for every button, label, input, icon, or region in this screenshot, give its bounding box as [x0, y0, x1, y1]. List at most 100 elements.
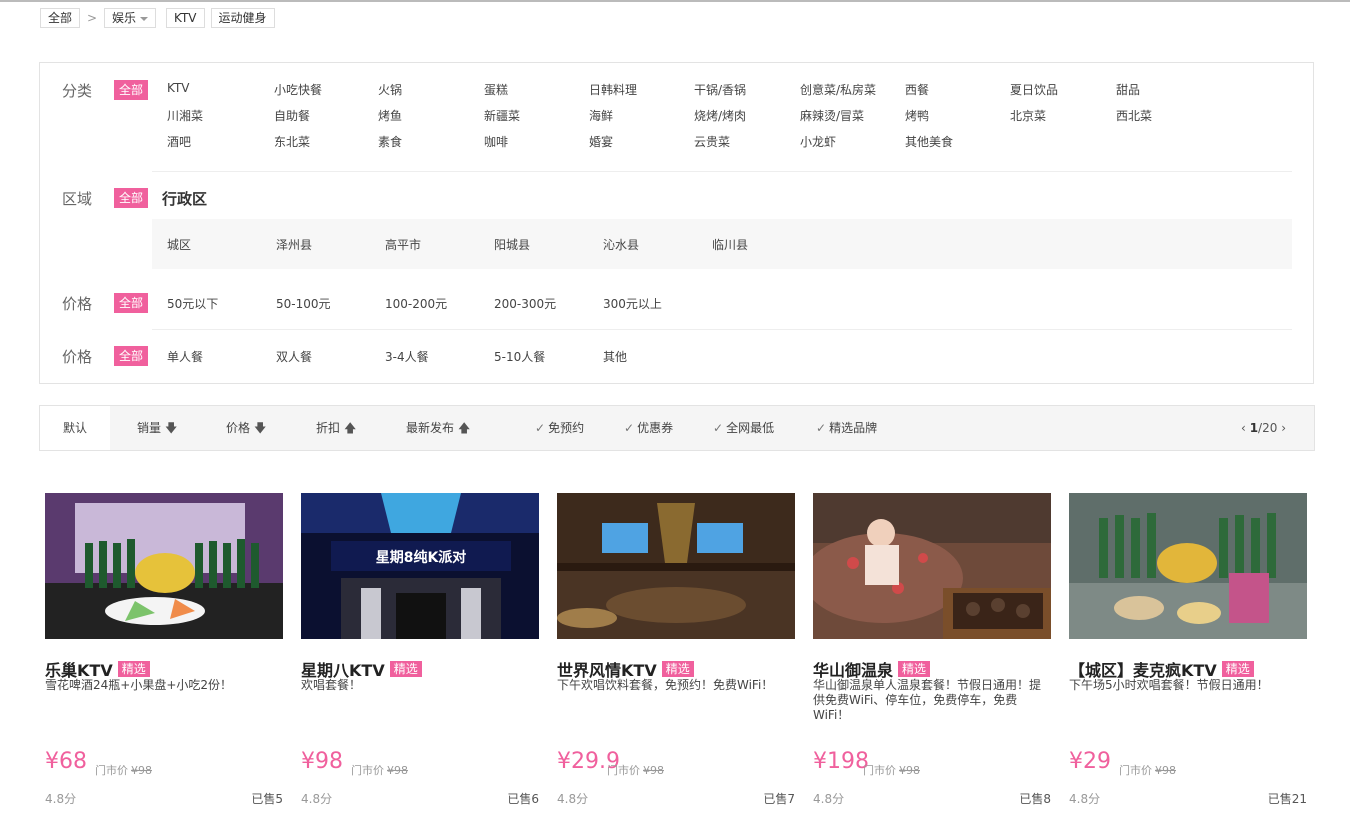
product-card[interactable]: 【城区】麦克疯KTV 精选 下午场5小时欢唱套餐！节假日通用！ ¥29 门市价 ¥9… — [1069, 493, 1307, 806]
filter-label-region: 区域 — [62, 190, 93, 208]
category-option[interactable]: 西餐 — [905, 81, 929, 98]
category-option[interactable]: 烤鱼 — [378, 107, 402, 124]
product-price: ¥29 — [1069, 749, 1111, 774]
category-option[interactable]: 蛋糕 — [484, 81, 508, 98]
category-option[interactable]: 东北菜 — [274, 133, 310, 150]
product-image-beer-snacks[interactable] — [1069, 493, 1307, 639]
category-option[interactable]: KTV — [167, 81, 189, 95]
market-price: 门市价 ¥98 — [351, 762, 408, 778]
category-option[interactable]: 麻辣烫/冒菜 — [800, 107, 864, 124]
filter-check-lowest-price[interactable]: ✓ 全网最低 — [713, 406, 774, 450]
category-option[interactable]: 婚宴 — [589, 133, 613, 150]
crumb-all[interactable]: 全部 — [40, 8, 81, 28]
market-price: 门市价 ¥98 — [95, 762, 152, 778]
people-all-button[interactable]: 全部 — [114, 346, 149, 366]
region-option[interactable]: 临川县 — [712, 236, 748, 253]
product-price: ¥68 — [45, 749, 87, 774]
product-price: ¥98 — [301, 749, 343, 774]
product-sold-count: 已售21 — [1267, 792, 1307, 806]
crumb-category-dropdown[interactable]: 娱乐 — [104, 8, 157, 28]
product-image-hot-spring[interactable] — [813, 493, 1051, 639]
price-option[interactable]: 200-300元 — [494, 295, 556, 312]
category-option[interactable]: 咖啡 — [484, 133, 508, 150]
category-option[interactable]: 创意菜/私房菜 — [800, 81, 876, 98]
sort-price[interactable]: 价格 🡇 — [226, 406, 266, 450]
category-option[interactable]: 小吃快餐 — [274, 81, 322, 98]
people-option[interactable]: 3-4人餐 — [385, 348, 429, 365]
filter-check-selected-brand[interactable]: ✓ 精选品牌 — [816, 406, 877, 450]
chevron-right-icon[interactable]: › — [1281, 421, 1286, 435]
price-option[interactable]: 50元以下 — [167, 295, 218, 312]
crumb-category-label: 娱乐 — [112, 11, 137, 25]
people-option[interactable]: 其他 — [603, 348, 627, 365]
market-price-value: ¥98 — [387, 764, 408, 777]
category-option[interactable]: 干锅/香锅 — [694, 81, 746, 98]
product-image-storefront[interactable]: 星期8纯K派对 — [301, 493, 539, 639]
product-card[interactable]: 世界风情KTV 精选 下午欢唱饮料套餐，免预约！免费WiFi！ ¥29.9 门市价… — [557, 493, 795, 806]
region-all-button[interactable]: 全部 — [114, 188, 149, 208]
sort-default[interactable]: 默认 — [40, 406, 110, 450]
crumb-tag-fitness[interactable]: 运动健身 — [210, 8, 275, 28]
chevron-down-icon — [140, 17, 149, 21]
category-option[interactable]: 火锅 — [378, 81, 402, 98]
arrow-down-icon: 🡇 — [254, 421, 267, 435]
filter-panel: 分类 全部 KTV 小吃快餐 火锅 蛋糕 日韩料理 干锅/香锅 创意菜/私房菜 … — [39, 62, 1314, 384]
product-sold-count: 已售8 — [1019, 792, 1051, 806]
price-all-button[interactable]: 全部 — [114, 293, 149, 313]
people-option[interactable]: 5-10人餐 — [494, 348, 545, 365]
category-all-button[interactable]: 全部 — [114, 80, 149, 100]
crumb-tag-ktv[interactable]: KTV — [166, 8, 205, 28]
category-option[interactable]: 北京菜 — [1010, 107, 1046, 124]
product-description: 华山御温泉单人温泉套餐！节假日通用！提供免费WiFi、停车位，免费停车，免费Wi… — [813, 678, 1042, 722]
price-option[interactable]: 300元以上 — [603, 295, 662, 312]
sort-bar: 默认 销量 🡇 价格 🡇 折扣 🡅 最新发布 🡅 ✓ 免预约 ✓ 优惠券 ✓ 全网最低 ✓ 精选… — [39, 405, 1315, 451]
category-option[interactable]: 云贵菜 — [694, 133, 730, 150]
selected-badge: 精选 — [661, 661, 694, 677]
category-option[interactable]: 自助餐 — [274, 107, 310, 124]
category-option[interactable]: 新疆菜 — [484, 107, 520, 124]
sort-discount[interactable]: 折扣 🡅 — [316, 406, 356, 450]
price-option[interactable]: 50-100元 — [276, 295, 331, 312]
category-option[interactable]: 西北菜 — [1116, 107, 1152, 124]
category-option[interactable]: 海鲜 — [589, 107, 613, 124]
people-option[interactable]: 双人餐 — [276, 348, 312, 365]
filter-label-category: 分类 — [62, 82, 93, 100]
category-option[interactable]: 夏日饮品 — [1010, 81, 1058, 98]
category-option[interactable]: 小龙虾 — [800, 133, 836, 150]
chevron-right-icon: > — [86, 11, 98, 25]
product-card[interactable]: 华山御温泉 精选 华山御温泉单人温泉套餐！节假日通用！提供免费WiFi、停车位，免… — [813, 493, 1051, 806]
filter-check-no-reservation[interactable]: ✓ 免预约 — [535, 406, 584, 450]
price-option[interactable]: 100-200元 — [385, 295, 447, 312]
sort-sales[interactable]: 销量 🡇 — [137, 406, 177, 450]
category-option[interactable]: 烤鸭 — [905, 107, 929, 124]
check-label: 全网最低 — [726, 421, 775, 435]
chevron-left-icon[interactable]: ‹ — [1241, 421, 1246, 435]
region-option[interactable]: 城区 — [167, 236, 191, 253]
category-option[interactable]: 素食 — [378, 133, 402, 150]
product-image-beer-platter[interactable] — [45, 493, 283, 639]
region-option[interactable]: 沁水县 — [603, 236, 639, 253]
category-option[interactable]: 日韩料理 — [589, 81, 637, 98]
selected-badge: 精选 — [1221, 661, 1254, 677]
product-card[interactable]: 乐巢KTV 精选 雪花啤酒24瓶+小果盘+小吃2份！ ¥68 门市价 ¥98 4.8… — [45, 493, 283, 806]
category-option[interactable]: 其他美食 — [905, 133, 953, 150]
region-option[interactable]: 泽州县 — [276, 236, 312, 253]
product-image-ktv-room[interactable] — [557, 493, 795, 639]
product-card[interactable]: 星期8纯K派对 星期八KTV 精选 欢唱套餐！ ¥98 门市价 ¥98 4.8分 已… — [301, 493, 539, 806]
selected-badge: 精选 — [898, 661, 931, 677]
category-option[interactable]: 烧烤/烤肉 — [694, 107, 746, 124]
region-sublabel-district[interactable]: 行政区 — [162, 188, 207, 209]
region-option[interactable]: 高平市 — [385, 236, 421, 253]
people-option[interactable]: 单人餐 — [167, 348, 203, 365]
category-option[interactable]: 酒吧 — [167, 133, 191, 150]
sort-newest[interactable]: 最新发布 🡅 — [406, 406, 470, 450]
product-rating: 4.8分 — [301, 792, 333, 806]
filter-check-coupon[interactable]: ✓ 优惠券 — [624, 406, 673, 450]
region-option[interactable]: 阳城县 — [494, 236, 530, 253]
filter-divider — [152, 329, 1292, 330]
category-option[interactable]: 甜品 — [1116, 81, 1140, 98]
category-option[interactable]: 川湘菜 — [167, 107, 203, 124]
product-rating: 4.8分 — [557, 792, 589, 806]
product-description: 下午场5小时欢唱套餐！节假日通用！ — [1069, 678, 1269, 692]
product-rating: 4.8分 — [813, 792, 845, 806]
